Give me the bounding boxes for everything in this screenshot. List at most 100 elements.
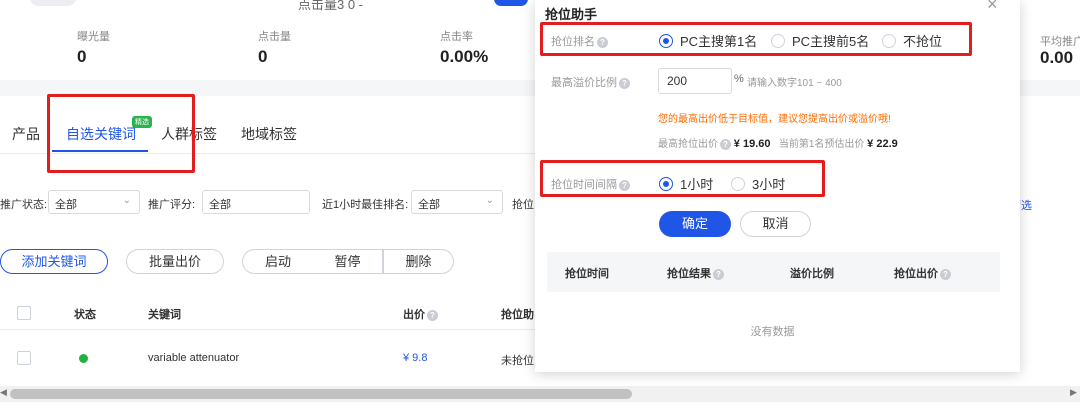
radio-label: 3小时: [752, 177, 786, 192]
radio-label: PC主搜第1名: [680, 34, 758, 49]
radio-icon: [882, 34, 896, 48]
radio-label: 1小时: [680, 177, 714, 192]
th-status: 状态: [74, 309, 96, 321]
tab-custom-keywords[interactable]: 自选关键词: [66, 124, 136, 144]
top-pill: [30, 0, 76, 6]
filter-rank-label: 近1小时最佳排名:: [322, 199, 409, 211]
ratio-unit: %: [734, 73, 744, 85]
max-bid-value: ¥ 19.60: [733, 138, 771, 150]
ratio-label: 最高溢价比例?: [551, 74, 630, 90]
empty-state: 没有数据: [750, 326, 795, 338]
table-header: 状态 关键词 出价? 抢位助: [0, 296, 540, 330]
batch-bid-button[interactable]: 批量出价: [126, 249, 224, 274]
ratio-hint: 请输入数字101 ~ 400: [747, 78, 842, 89]
scroll-right-arrow-icon[interactable]: ▶: [1070, 387, 1077, 398]
th-grab-bid-label: 抢位出价: [894, 268, 938, 280]
th-grab-result-label: 抢位结果: [667, 268, 711, 280]
start-button[interactable]: 启动: [242, 249, 314, 274]
rank-option-none[interactable]: 不抢位: [882, 31, 942, 50]
th-bid-label: 出价: [403, 309, 425, 321]
warning-text: 您的最高出价低于目标值，建议您提高出价或溢价哦!: [658, 114, 891, 125]
filter-status-label: 推广状态:: [0, 199, 48, 211]
interval-label-text: 抢位时间间隔: [551, 179, 617, 191]
stat-avg-label: 平均推广: [1040, 36, 1080, 48]
filter-grab-label: 抢位: [512, 199, 534, 211]
help-icon[interactable]: ?: [427, 309, 438, 321]
status-on-dot: [79, 354, 88, 363]
interval-label: 抢位时间间隔?: [551, 176, 630, 192]
estimated-bid-value: ¥ 22.9: [867, 138, 898, 150]
th-grab-result: 抢位结果?: [667, 265, 724, 281]
row-checkbox[interactable]: [17, 351, 31, 365]
grab-assistant-dialog: 抢位助手 × 抢位排名? PC主搜第1名 PC主搜前5名 不抢位 最高溢价比例?…: [535, 0, 1020, 372]
scrollbar-thumb[interactable]: [10, 389, 632, 399]
close-icon[interactable]: ×: [987, 0, 998, 15]
top-partial-text: 点击量3 0 -: [298, 0, 364, 12]
pause-button[interactable]: 暂停: [313, 249, 383, 274]
chevron-down-icon: ⌄: [122, 195, 131, 206]
rank-label-text: 抢位排名: [551, 36, 595, 48]
radio-checked-icon: [659, 177, 673, 191]
help-icon[interactable]: ?: [619, 77, 630, 89]
tab-active-indicator: [52, 150, 148, 152]
rank-label: 抢位排名?: [551, 33, 608, 49]
estimated-bid-label: 当前第1名预估出价: [778, 139, 865, 150]
page: 点击量3 0 - 曝光量 0 点击量 0 点击率 0.00% 平均推广 0.00…: [0, 0, 1080, 414]
stat-value: 0.00%: [440, 47, 489, 66]
delete-button[interactable]: 删除: [383, 249, 454, 274]
stat-value: 0: [77, 47, 87, 66]
stat-label: 点击量: [258, 31, 291, 43]
max-bid-line: 最高抢位出价? ¥ 19.60 当前第1名预估出价 ¥ 22.9: [658, 135, 898, 150]
filter-score-label: 推广评分:: [148, 199, 196, 211]
confirm-button[interactable]: 确定: [659, 211, 731, 237]
filter-rank-select[interactable]: 全部 ⌄: [411, 190, 503, 214]
filter-score-value: 全部: [209, 199, 231, 211]
stat-impressions: 曝光量 0: [77, 28, 110, 67]
th-grab-time: 抢位时间: [565, 268, 609, 280]
ratio-input[interactable]: 200: [658, 68, 732, 94]
chevron-down-icon: ⌄: [485, 195, 494, 206]
top-toggle[interactable]: [494, 0, 528, 6]
filter-rank-value: 全部: [418, 199, 440, 211]
stat-ctr: 点击率 0.00%: [440, 28, 488, 67]
scroll-left-arrow-icon[interactable]: ◀: [0, 387, 7, 398]
rank-option-pc-top5[interactable]: PC主搜前5名: [771, 31, 869, 50]
stat-value: 0: [258, 47, 268, 66]
th-grab: 抢位助: [501, 309, 534, 321]
interval-option-3h[interactable]: 3小时: [731, 174, 785, 193]
select-all-checkbox[interactable]: [17, 306, 31, 320]
history-table-header: 抢位时间 抢位结果? 溢价比例 抢位出价?: [547, 252, 1000, 292]
cell-bid[interactable]: ¥ 9.8: [403, 352, 427, 364]
cancel-button[interactable]: 取消: [740, 211, 811, 237]
th-premium-ratio: 溢价比例: [790, 268, 834, 280]
interval-option-1h[interactable]: 1小时: [659, 174, 713, 193]
ratio-label-text: 最高溢价比例: [551, 77, 617, 89]
stat-avg-value: 0.00: [1040, 48, 1074, 67]
rank-option-pc-top1[interactable]: PC主搜第1名: [659, 31, 757, 50]
radio-label: 不抢位: [903, 34, 943, 49]
radio-icon: [731, 177, 745, 191]
radio-checked-icon: [659, 34, 673, 48]
help-icon[interactable]: ?: [619, 179, 630, 191]
cell-keyword: variable attenuator: [148, 352, 240, 364]
tabs-divider: [0, 153, 540, 154]
tab-products[interactable]: 产品: [12, 124, 40, 144]
radio-label: PC主搜前5名: [792, 34, 870, 49]
stat-label: 点击率: [440, 31, 473, 43]
filter-status-select[interactable]: 全部 ⌄: [48, 190, 140, 214]
stat-clicks: 点击量 0: [258, 28, 291, 67]
dialog-title: 抢位助手: [545, 7, 598, 22]
help-icon[interactable]: ?: [940, 268, 951, 280]
th-bid: 出价?: [403, 306, 438, 322]
help-icon[interactable]: ?: [713, 268, 724, 280]
tab-region-tags[interactable]: 地域标签: [241, 124, 297, 144]
add-keyword-button[interactable]: 添加关键词: [0, 249, 108, 274]
th-grab-bid: 抢位出价?: [894, 265, 951, 281]
filter-status-value: 全部: [55, 199, 77, 211]
filter-score-input[interactable]: 全部: [202, 190, 310, 214]
tab-badge: 精选: [132, 116, 152, 128]
help-icon[interactable]: ?: [720, 138, 731, 150]
help-icon[interactable]: ?: [597, 36, 608, 48]
th-keyword: 关键词: [148, 309, 181, 321]
tab-audience-tags[interactable]: 人群标签: [161, 124, 217, 144]
